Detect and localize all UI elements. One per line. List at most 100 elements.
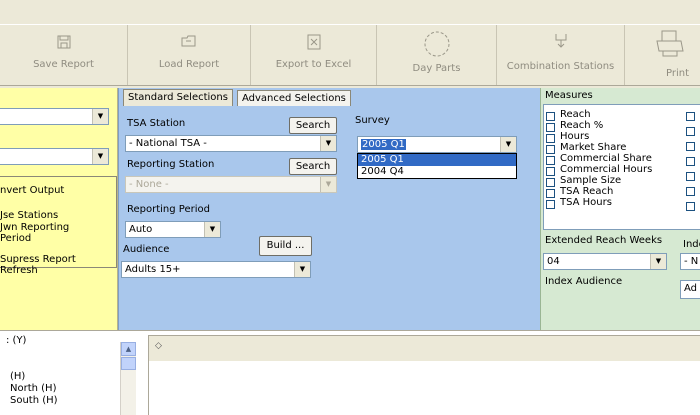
measure-item: Sample Size bbox=[560, 175, 622, 186]
floppy-icon bbox=[57, 35, 71, 52]
tree-scrollbar[interactable]: ▲ bbox=[120, 342, 136, 415]
audience-combo[interactable]: Adults 15+ ▼ bbox=[121, 261, 311, 278]
tsa-search-button[interactable]: Search bbox=[289, 117, 337, 134]
results-area: : (Y) (H) North (H) South (H) ◇ bbox=[0, 330, 700, 415]
left-combo-2[interactable]: ▼ bbox=[0, 148, 109, 165]
reporting-station-combo[interactable]: - None - ▼ bbox=[125, 176, 337, 193]
hours-checkbox[interactable] bbox=[546, 134, 555, 143]
measure-item: Hours bbox=[560, 131, 590, 142]
folder-icon bbox=[181, 34, 197, 51]
period-option-text: Period bbox=[0, 233, 32, 244]
load-report-label: Load Report bbox=[158, 59, 220, 70]
index-label-cut: Inde bbox=[683, 239, 700, 250]
measure-col2-checkbox[interactable] bbox=[686, 172, 695, 181]
scroll-thumb[interactable] bbox=[121, 357, 136, 370]
measure-col2-checkbox[interactable] bbox=[686, 142, 695, 151]
measures-panel: Measures Reach Reach % Hours Market Shar… bbox=[540, 88, 700, 330]
reach-checkbox[interactable] bbox=[546, 112, 555, 121]
reporting-search-button[interactable]: Search bbox=[289, 158, 337, 175]
survey-option[interactable]: 2005 Q1 bbox=[358, 154, 516, 166]
survey-value: 2005 Q1 bbox=[361, 139, 406, 150]
tree-item[interactable]: : (Y) bbox=[6, 335, 26, 346]
day-parts-label: Day Parts bbox=[412, 63, 461, 74]
index-combo-value: - N bbox=[684, 256, 699, 267]
toolbar: Save Report Load Report Export to Excel … bbox=[0, 24, 700, 86]
own-reporting-option[interactable]: Jwn Reporting bbox=[0, 222, 69, 233]
merge-icon bbox=[553, 33, 569, 52]
combination-stations-label: Combination Stations bbox=[506, 61, 615, 72]
extended-reach-value: 04 bbox=[547, 256, 560, 267]
audience-value: Adults 15+ bbox=[125, 264, 181, 275]
tsa-station-value: - National TSA - bbox=[129, 138, 207, 149]
grid-divider bbox=[148, 361, 149, 415]
title-strip bbox=[0, 0, 700, 24]
reporting-period-label: Reporting Period bbox=[127, 204, 210, 215]
index-combo[interactable]: - N bbox=[680, 253, 700, 270]
chevron-down-icon: ▼ bbox=[294, 262, 310, 277]
reach-pct-checkbox[interactable] bbox=[546, 123, 555, 132]
options-panel: ▼ ▼ nvert Output Jse Stations Jwn Report… bbox=[0, 88, 118, 330]
scroll-up-icon[interactable]: ▲ bbox=[121, 342, 136, 356]
measure-col2-checkbox[interactable] bbox=[686, 127, 695, 136]
options-box: nvert Output Jse Stations Jwn Reporting … bbox=[0, 176, 117, 276]
print-label: Print bbox=[665, 68, 689, 79]
reporting-station-label: Reporting Station bbox=[127, 159, 215, 170]
tab-standard-selections[interactable]: Standard Selections bbox=[123, 89, 233, 106]
supress-report-option[interactable]: Supress Report bbox=[0, 254, 76, 265]
chevron-up-icon[interactable]: ◇ bbox=[155, 341, 169, 355]
survey-label: Survey bbox=[355, 115, 390, 126]
chevron-down-icon: ▼ bbox=[500, 137, 516, 152]
sample-size-checkbox[interactable] bbox=[546, 178, 555, 187]
tsa-station-combo[interactable]: - National TSA - ▼ bbox=[125, 135, 337, 152]
day-parts-button[interactable]: Day Parts bbox=[377, 25, 497, 85]
grid-header: ◇ bbox=[148, 335, 700, 361]
save-report-button[interactable]: Save Report bbox=[0, 25, 128, 85]
measure-item: Commercial Hours bbox=[560, 164, 653, 175]
save-report-label: Save Report bbox=[33, 59, 94, 70]
combination-stations-button[interactable]: Combination Stations bbox=[497, 25, 625, 85]
export-excel-button[interactable]: Export to Excel bbox=[251, 25, 377, 85]
measures-title: Measures bbox=[545, 90, 593, 101]
tree-item[interactable]: South (H) bbox=[10, 395, 58, 406]
tree-item[interactable]: (H) bbox=[10, 371, 25, 382]
audience-label: Audience bbox=[123, 244, 170, 255]
survey-combo[interactable]: 2005 Q1 ▼ bbox=[357, 136, 517, 153]
index-audience-combo[interactable]: Ad bbox=[680, 280, 700, 299]
tsa-hours-checkbox[interactable] bbox=[546, 200, 555, 209]
left-combo-1[interactable]: ▼ bbox=[0, 108, 109, 125]
tsa-reach-checkbox[interactable] bbox=[546, 189, 555, 198]
measure-item: Commercial Share bbox=[560, 153, 652, 164]
refresh-option[interactable]: Refresh bbox=[0, 265, 38, 276]
printer-icon bbox=[655, 29, 685, 62]
reporting-station-value: - None - bbox=[129, 179, 169, 190]
tab-advanced-selections[interactable]: Advanced Selections bbox=[237, 90, 351, 106]
measure-col2-checkbox[interactable] bbox=[686, 112, 695, 121]
survey-option[interactable]: 2004 Q4 bbox=[358, 166, 516, 178]
use-stations-option[interactable]: Jse Stations bbox=[0, 210, 58, 221]
chevron-down-icon: ▼ bbox=[204, 222, 220, 237]
clock-icon bbox=[423, 30, 451, 61]
commercial-share-checkbox[interactable] bbox=[546, 156, 555, 165]
commercial-hours-checkbox[interactable] bbox=[546, 167, 555, 176]
measure-item: Market Share bbox=[560, 142, 627, 153]
measure-item: TSA Reach bbox=[560, 186, 614, 197]
measure-col2-checkbox[interactable] bbox=[686, 157, 695, 166]
export-excel-label: Export to Excel bbox=[275, 59, 352, 70]
selections-panel: Standard Selections Advanced Selections … bbox=[118, 88, 540, 330]
load-report-button[interactable]: Load Report bbox=[128, 25, 251, 85]
measure-col2-checkbox[interactable] bbox=[686, 202, 695, 211]
reporting-period-value: Auto bbox=[129, 224, 153, 235]
build-button[interactable]: Build ... bbox=[259, 236, 312, 256]
extended-reach-label: Extended Reach Weeks bbox=[545, 235, 663, 246]
invert-output-option[interactable]: nvert Output bbox=[0, 185, 64, 196]
print-button[interactable]: Print bbox=[625, 25, 700, 85]
measures-list: Reach Reach % Hours Market Share Commerc… bbox=[543, 104, 700, 230]
market-share-checkbox[interactable] bbox=[546, 145, 555, 154]
measure-col2-checkbox[interactable] bbox=[686, 187, 695, 196]
chevron-down-icon: ▼ bbox=[92, 109, 108, 124]
extended-reach-combo[interactable]: 04 ▼ bbox=[543, 253, 667, 270]
reporting-period-combo[interactable]: Auto ▼ bbox=[125, 221, 221, 238]
chevron-down-icon: ▼ bbox=[320, 136, 336, 151]
tsa-station-label: TSA Station bbox=[127, 118, 186, 129]
tree-item[interactable]: North (H) bbox=[10, 383, 56, 394]
